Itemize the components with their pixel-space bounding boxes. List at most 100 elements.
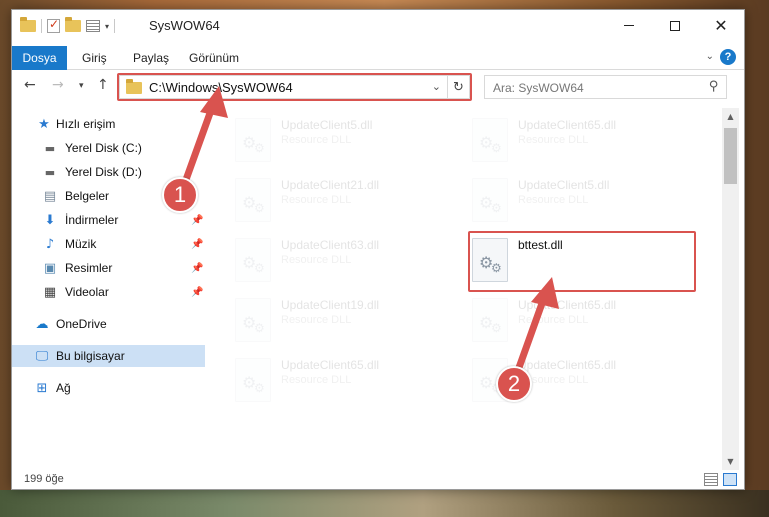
up-arrow-icon[interactable]: ↑	[97, 77, 109, 93]
forward-arrow-icon[interactable]: →	[52, 77, 64, 93]
search-icon[interactable]: ⚲	[709, 79, 719, 94]
address-highlight-box	[117, 73, 472, 101]
dll-file-icon: ⚙⚙	[472, 118, 508, 162]
drive-icon: ▬	[44, 141, 56, 155]
file-type: Resource DLL	[281, 374, 352, 386]
ribbon-tabs: Dosya Giriş Paylaş Görünüm ⌄ ?	[12, 46, 744, 70]
scroll-down-icon[interactable]: ▼	[722, 453, 739, 470]
minimize-icon	[624, 25, 634, 26]
sidebar-item-label: Belgeler	[65, 189, 110, 203]
expand-ribbon-icon[interactable]: ⌄	[706, 51, 714, 62]
item-count: 199 öğe	[24, 473, 64, 485]
close-button[interactable]: ✕	[698, 10, 744, 41]
sidebar-item-quick-access[interactable]: ★ Hızlı erişim	[12, 113, 205, 135]
new-folder-icon[interactable]	[65, 17, 81, 32]
dll-file-icon: ⚙⚙	[235, 358, 271, 402]
sidebar-item-label: Yerel Disk (D:)	[65, 165, 142, 179]
details-view-icon[interactable]	[704, 473, 718, 486]
video-icon: ▦	[43, 284, 57, 300]
sidebar-item-network[interactable]: ⊞ Ağ	[12, 377, 205, 399]
window-title: SysWOW64	[149, 18, 220, 33]
pictures-icon: ▣	[43, 260, 57, 276]
file-highlight-box	[468, 231, 696, 292]
status-bar: 199 öğe	[12, 470, 744, 490]
sidebar-item-label: Müzik	[65, 237, 97, 251]
tab-file[interactable]: Dosya	[12, 46, 67, 70]
maximize-button[interactable]	[652, 10, 698, 41]
sidebar-item-local-disk-c[interactable]: ▬ Yerel Disk (C:)	[12, 137, 205, 159]
file-type: Resource DLL	[281, 254, 352, 266]
title-bar: ▾ SysWOW64 ✕	[12, 10, 744, 41]
step-1-badge: 1	[162, 177, 198, 213]
file-item[interactable]: ⚙ ⚙ UpdateClient19.dll Resource DLL	[235, 298, 465, 348]
file-name: UpdateClient63.dll	[281, 238, 380, 252]
help-icon[interactable]: ?	[720, 49, 736, 65]
chevron-down-icon[interactable]: ▾	[105, 22, 109, 31]
file-item[interactable]: ⚙ ⚙ UpdateClient63.dll Resource DLL	[235, 238, 465, 288]
file-type: Resource DLL	[518, 314, 589, 326]
documents-icon: ▤	[43, 188, 57, 204]
minimize-button[interactable]	[606, 10, 652, 41]
sidebar-item-label: Resimler	[65, 261, 113, 275]
dll-file-icon: ⚙⚙	[235, 178, 271, 222]
tab-home[interactable]: Giriş	[82, 51, 107, 65]
sidebar-item-label: Hızlı erişim	[56, 117, 116, 131]
sidebar-item-videos[interactable]: ▦ Videolar 📌	[12, 281, 205, 303]
sidebar-item-label: Yerel Disk (C:)	[65, 141, 142, 155]
file-item[interactable]: ⚙⚙ UpdateClient65.dll Resource DLL	[472, 298, 702, 348]
tab-share[interactable]: Paylaş	[133, 51, 169, 65]
computer-icon: 🖵	[35, 348, 49, 364]
tab-view[interactable]: Görünüm	[189, 51, 239, 65]
folder-icon	[20, 17, 36, 32]
network-icon: ⊞	[36, 380, 48, 396]
dll-file-icon: ⚙⚙	[235, 118, 271, 162]
file-item[interactable]: ⚙⚙ UpdateClient65.dll Resource DLL	[472, 118, 702, 168]
pin-icon[interactable]: 📌	[191, 239, 203, 250]
close-icon: ✕	[714, 15, 728, 35]
quick-access-toolbar: ▾	[20, 17, 116, 33]
file-name: UpdateClient5.dll	[518, 178, 610, 192]
recent-locations-chevron-icon[interactable]: ▾	[79, 81, 84, 91]
pin-icon[interactable]: 📌	[191, 287, 203, 298]
large-icons-view-icon[interactable]	[723, 473, 737, 486]
desktop-background	[0, 490, 769, 517]
file-type: Resource DLL	[281, 134, 352, 146]
navigation-pane: ★ Hızlı erişim ▬ Yerel Disk (C:) ▬ Yerel…	[12, 108, 205, 458]
drive-icon: ▬	[44, 165, 56, 179]
star-icon: ★	[38, 116, 50, 132]
back-arrow-icon[interactable]: ←	[24, 77, 36, 93]
toolbar-divider	[114, 19, 116, 33]
search-placeholder: Ara: SysWOW64	[493, 81, 584, 95]
pin-icon[interactable]: 📌	[191, 263, 203, 274]
file-type: Resource DLL	[518, 194, 589, 206]
dll-file-icon: ⚙⚙	[472, 298, 508, 342]
dll-file-icon: ⚙⚙	[472, 178, 508, 222]
sidebar-item-pictures[interactable]: ▣ Resimler 📌	[12, 257, 205, 279]
explorer-window: ▾ SysWOW64 ✕ Dosya Giriş Paylaş Görünüm …	[11, 9, 745, 490]
download-icon: ⬇	[44, 212, 56, 228]
maximize-icon	[670, 20, 680, 31]
file-type: Resource DLL	[281, 194, 352, 206]
sidebar-item-music[interactable]: ♪ Müzik 📌	[12, 233, 205, 255]
file-name: UpdateClient65.dll	[518, 298, 617, 312]
file-item[interactable]: ⚙ ⚙ UpdateClient21.dll Resource DLL	[235, 178, 465, 228]
file-name: UpdateClient5.dll	[281, 118, 373, 132]
scroll-up-icon[interactable]: ▲	[722, 108, 739, 125]
pin-icon[interactable]: 📌	[191, 215, 203, 226]
file-item[interactable]: ⚙⚙ UpdateClient65.dll Resource DLL	[235, 358, 465, 408]
vertical-scrollbar[interactable]: ▲ ▼	[722, 108, 739, 470]
sidebar-item-label: Videolar	[65, 285, 109, 299]
file-item[interactable]: ⚙ ⚙ UpdateClient5.dll Resource DLL	[472, 178, 702, 228]
file-type: Resource DLL	[518, 134, 589, 146]
sidebar-item-onedrive[interactable]: ☁ OneDrive	[12, 313, 205, 335]
customize-icon[interactable]	[86, 20, 100, 32]
toolbar-divider	[41, 19, 42, 33]
dll-file-icon: ⚙⚙	[235, 238, 271, 282]
file-name: UpdateClient65.dll	[518, 358, 617, 372]
file-name: UpdateClient65.dll	[518, 118, 617, 132]
scrollbar-thumb[interactable]	[724, 128, 737, 184]
sidebar-item-this-pc[interactable]: 🖵 Bu bilgisayar	[12, 345, 205, 367]
properties-check-icon[interactable]	[47, 17, 60, 33]
search-input[interactable]: Ara: SysWOW64 ⚲	[484, 75, 727, 99]
file-item[interactable]: ⚙ ⚙ UpdateClient5.dll Resource DLL	[235, 118, 465, 168]
